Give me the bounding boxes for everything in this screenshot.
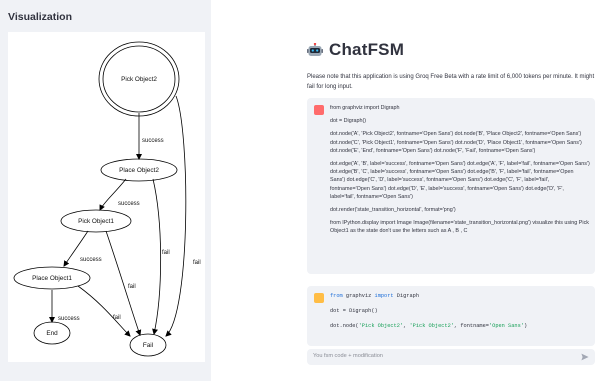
node-pick-object1: Pick Object1 (60, 209, 132, 233)
main-area: ChatFSM Please note that this applicatio… (211, 0, 598, 381)
node-label-pick-object1: Pick Object1 (78, 218, 114, 225)
edge-label-d-e: success (58, 316, 80, 322)
node-label-pick-object2: Pick Object2 (121, 76, 157, 83)
edge-label-b-f: fail (162, 250, 170, 256)
node-label-place-object2: Place Object2 (119, 167, 159, 174)
user-message-paragraph: dot.edge('A', 'B', label='success', font… (330, 161, 590, 200)
rate-limit-notice: Please note that this application is usi… (307, 74, 595, 90)
edge-label-c-d: success (80, 257, 102, 263)
user-avatar-icon (314, 105, 324, 115)
fsm-graph: success fail success fail success fail s… (8, 32, 205, 362)
edge-label-a-f: fail (193, 260, 201, 266)
app-title: ChatFSM (329, 40, 405, 59)
code-line: from graphviz import Digraph (330, 293, 420, 299)
node-place-object1: Place Object1 (13, 266, 91, 290)
assistant-message: from graphviz import Digraph dot = Digra… (307, 286, 595, 346)
node-label-place-object1: Place Object1 (32, 275, 72, 282)
sidebar: Visualization success fail success fail … (0, 0, 211, 381)
edge-label-d-f: fail (113, 315, 121, 321)
robot-icon (307, 42, 323, 57)
app-header: ChatFSM (307, 40, 404, 60)
user-message-paragraph: from IPython.display import Image Image(… (330, 220, 589, 235)
edge-label-b-c: success (118, 201, 140, 207)
code-line: dot = Digraph() (330, 308, 378, 314)
chat-input[interactable]: You fsm code + modification (307, 349, 595, 365)
code-line: dot.node('Pick Object2', 'Pick Object2',… (330, 323, 528, 329)
edge-c-f (105, 230, 142, 336)
node-fail: Fail (129, 333, 167, 357)
node-place-object2: Place Object2 (100, 158, 178, 182)
user-message: from graphviz import Digraph dot = Digra… (307, 98, 595, 274)
send-icon[interactable] (581, 353, 589, 361)
node-label-end: End (46, 330, 58, 337)
edge-b-f (152, 178, 162, 335)
node-label-fail: Fail (143, 342, 153, 349)
user-message-paragraph: dot.node('A', 'Pick Object2', fontname='… (330, 131, 582, 154)
chat-input-placeholder: You fsm code + modification (313, 353, 383, 359)
fsm-graph-svg: success fail success fail success fail s… (13, 41, 201, 357)
code-block: from graphviz import Digraph dot = Digra… (330, 292, 588, 337)
node-end: End (33, 321, 71, 345)
user-message-paragraph: from graphviz import Digraph (330, 105, 400, 111)
sidebar-title: Visualization (8, 11, 72, 23)
edge-label-c-f: fail (128, 284, 136, 290)
edge-a-f (165, 95, 187, 337)
user-message-paragraph: dot = Digraph() (330, 118, 367, 125)
node-pick-object2: Pick Object2 (98, 41, 180, 117)
edge-label-a-b: success (142, 138, 164, 144)
edge-d-f (77, 285, 131, 337)
assistant-avatar-icon (314, 293, 324, 303)
user-message-paragraph: dot.render('state_transition_horizontal'… (330, 207, 456, 214)
user-message-text: from graphviz import Digraph dot = Digra… (330, 104, 590, 241)
